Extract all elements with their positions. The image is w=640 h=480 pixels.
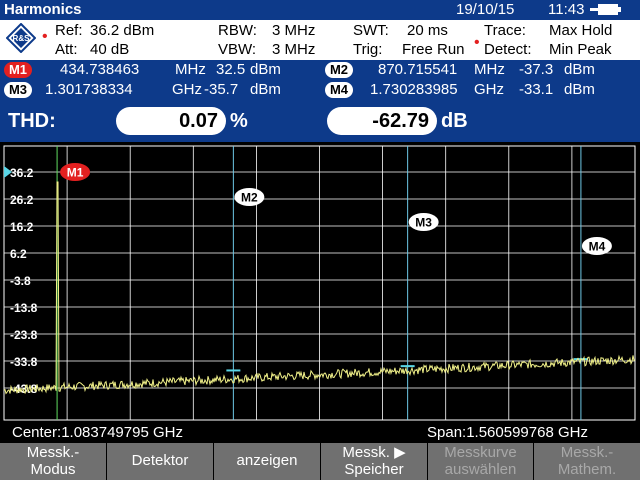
y-axis-ticks: 36.226.216.26.2-3.8-13.8-23.8-33.8-43.8 [10, 166, 38, 396]
ref-value: 36.2 dBm [90, 22, 155, 39]
softkey-select-trace[interactable]: Messkurve auswählen [428, 443, 534, 480]
mode-title: Harmonics [4, 1, 82, 18]
detect-value: Min Peak [549, 41, 612, 58]
softkey-label-line2: Mathem. [557, 461, 617, 478]
title-bar: Harmonics 19/10/15 11:43 [0, 0, 640, 20]
spectrum-plot[interactable]: 36.226.216.26.2-3.8-13.8-23.8-33.8-43.8 … [0, 142, 640, 422]
att-indicator-icon: • [42, 28, 48, 45]
softkey-show[interactable]: anzeigen [214, 443, 321, 480]
marker-flag-label: M4 [589, 240, 606, 254]
marker-m4-level-unit: dBm [564, 81, 595, 98]
y-tick-label: 36.2 [10, 166, 34, 180]
marker-flag-label: M2 [241, 191, 258, 205]
marker-m2-level-unit: dBm [564, 61, 595, 78]
softkey-bar: Messk.- Modus Detektor anzeigen Messk. ▶… [0, 443, 640, 480]
marker-m3-freq-unit: GHz [172, 81, 202, 98]
marker-m3-level: -35.7 [204, 81, 239, 98]
trig-label: Trig: [353, 41, 383, 58]
parameter-panel: Ref: 36.2 dBm • Att: 40 dB RBW: 3 MHz VB… [0, 20, 640, 60]
marker-m1-badge[interactable]: M1 [4, 62, 32, 78]
trace-label: Trace: [484, 22, 526, 39]
marker-m3-freq: 1.301738334 [45, 81, 133, 98]
att-value: 40 dB [90, 41, 130, 58]
swt-value: 20 ms [407, 22, 448, 39]
marker-m1-freq-unit: MHz [175, 61, 206, 78]
rbw-value: 3 MHz [272, 22, 316, 39]
thd-label: THD: [8, 110, 56, 132]
detect-label: Detect: [484, 41, 532, 58]
thd-panel: THD: 0.07 % -62.79 dB [0, 102, 640, 142]
marker-m2-freq-unit: MHz [474, 61, 505, 78]
y-tick-label: -3.8 [10, 274, 31, 288]
thd-percent-value: 0.07 [116, 107, 226, 135]
svg-text:R&S: R&S [13, 34, 31, 43]
marker-m2-freq: 870.715541 [378, 61, 458, 78]
span-frequency: Span:1.560599768 GHz [427, 424, 588, 441]
rbw-label: RBW: [218, 22, 257, 39]
marker-m1-level-unit: dBm [250, 61, 281, 78]
marker-flag-label: M3 [415, 216, 432, 230]
thd-db-unit: dB [441, 110, 468, 132]
detect-indicator-icon: • [474, 34, 480, 51]
softkey-trace-mode[interactable]: Messk.- Modus [0, 443, 107, 480]
trig-value: Free Run [402, 41, 465, 58]
softkey-label-line1: Messkurve [444, 444, 517, 461]
frequency-info-bar: Center:1.083749795 GHz Span:1.560599768 … [0, 422, 640, 442]
marker-flag-label: M1 [67, 166, 84, 180]
marker-m4-level: -33.1 [519, 81, 554, 98]
plot-grid [3, 145, 636, 421]
marker-m4-badge[interactable]: M4 [325, 82, 353, 98]
marker-table: M1 434.738463 MHz 32.5 dBm M2 870.715541… [0, 60, 640, 102]
softkey-detector[interactable]: Detektor [107, 443, 214, 480]
softkey-label-line1: Detektor [131, 452, 189, 469]
y-tick-label: 6.2 [10, 247, 27, 261]
marker-flags: M1 M2 M3 M4 [60, 163, 612, 255]
marker-m2-badge[interactable]: M2 [325, 62, 353, 78]
thd-db-value: -62.79 [327, 107, 437, 135]
marker-m2-level: -37.3 [519, 61, 554, 78]
marker-m1-freq: 434.738463 [60, 61, 140, 78]
softkey-label-line1: anzeigen [236, 452, 298, 469]
y-tick-label: -13.8 [10, 301, 38, 315]
softkey-label-line2: Speicher [344, 461, 404, 478]
y-tick-label: -33.8 [10, 355, 38, 369]
marker-m1-level: 32.5 [216, 61, 246, 78]
softkey-trace-memory[interactable]: Messk. ▶ Speicher [321, 443, 428, 480]
marker-m3-badge[interactable]: M3 [4, 82, 32, 98]
thd-percent-unit: % [230, 110, 248, 132]
date-display: 19/10/15 [456, 1, 515, 18]
battery-icon [598, 4, 618, 15]
ref-label: Ref: [55, 22, 83, 39]
softkey-label-line1: Messk.- [26, 444, 80, 461]
marker-m4-freq-unit: GHz [474, 81, 504, 98]
y-tick-label: -23.8 [10, 328, 38, 342]
marker-m3-level-unit: dBm [250, 81, 281, 98]
time-display: 11:43 [548, 1, 585, 18]
swt-label: SWT: [353, 22, 389, 39]
power-plug-icon [590, 8, 598, 11]
att-label: Att: [55, 41, 78, 58]
vbw-label: VBW: [218, 41, 257, 58]
softkey-label-line1: Messk. ▶ [342, 444, 406, 461]
y-tick-label: 16.2 [10, 220, 34, 234]
softkey-label-line2: auswählen [444, 461, 517, 478]
trace-value: Max Hold [549, 22, 613, 39]
marker-m4-freq: 1.730283985 [370, 81, 458, 98]
softkey-trace-math[interactable]: Messk.- Mathem. [534, 443, 640, 480]
softkey-label-line2: Modus [30, 461, 76, 478]
softkey-label-line1: Messk.- [560, 444, 614, 461]
marker-lines [56, 146, 588, 420]
y-tick-label: 26.2 [10, 193, 34, 207]
rohde-schwarz-logo-icon: R&S [6, 23, 36, 53]
battery-tip-icon [618, 7, 621, 12]
vbw-value: 3 MHz [272, 41, 316, 58]
center-frequency: Center:1.083749795 GHz [12, 424, 183, 441]
